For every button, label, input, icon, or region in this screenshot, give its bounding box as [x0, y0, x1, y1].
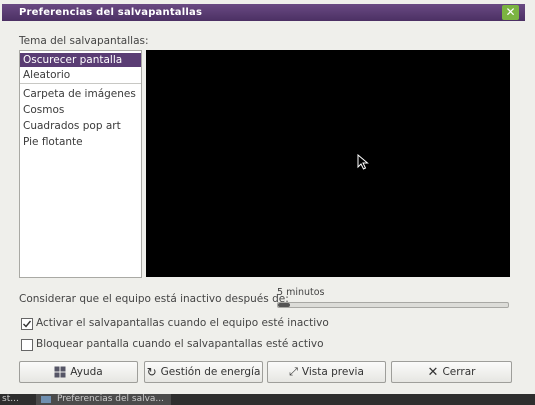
screensaver-preview — [146, 50, 510, 277]
theme-item[interactable]: Aleatorio — [20, 68, 141, 82]
taskbar-item[interactable]: st... — [0, 394, 19, 405]
idle-slider-fill — [278, 303, 290, 307]
window-title: Preferencias del salvapantallas — [19, 7, 203, 18]
theme-label: Tema del salvapantallas: — [19, 35, 149, 47]
power-management-button[interactable]: ↻ Gestión de energía — [144, 361, 263, 383]
checkmark-icon — [23, 320, 32, 328]
fullscreen-icon: ⤢ — [289, 365, 298, 378]
close-x-icon: ✕ — [427, 364, 439, 380]
screensaver-preferences-window: Preferencias del salvapantallas ✕ Tema d… — [0, 0, 535, 394]
close-button[interactable]: ✕ Cerrar — [391, 361, 512, 383]
theme-item[interactable]: Cosmos — [20, 103, 141, 117]
close-label: Cerrar — [442, 366, 476, 378]
preview-button[interactable]: ⤢ Vista previa — [267, 361, 386, 383]
taskbar-task-label: Preferencias del salva... — [57, 394, 165, 404]
theme-item[interactable]: Pie flotante — [20, 135, 141, 149]
idle-slider[interactable] — [277, 302, 509, 308]
idle-label: Considerar que el equipo está inactivo d… — [19, 293, 289, 305]
lock-label[interactable]: Bloquear pantalla cuando el salvapantall… — [36, 338, 324, 350]
help-label: Ayuda — [70, 366, 103, 378]
help-button[interactable]: Ayuda — [19, 361, 138, 383]
close-icon[interactable]: ✕ — [502, 5, 519, 20]
preview-label: Vista previa — [301, 366, 364, 378]
theme-item[interactable]: Carpeta de imágenes — [20, 87, 141, 101]
mouse-pointer-icon — [357, 154, 369, 170]
activate-label[interactable]: Activar el salvapantallas cuando el equi… — [36, 317, 329, 329]
activate-checkbox[interactable] — [21, 318, 33, 330]
theme-item[interactable]: Oscurecer pantalla — [20, 53, 141, 67]
theme-item[interactable]: Cuadrados pop art — [20, 119, 141, 133]
theme-list[interactable]: Oscurecer pantalla Aleatorio Carpeta de … — [19, 50, 142, 278]
title-bar[interactable]: Preferencias del salvapantallas ✕ — [2, 4, 525, 21]
help-icon — [54, 366, 66, 378]
taskbar: st... Preferencias del salva... — [0, 394, 535, 405]
idle-value: 5 minutos — [277, 287, 325, 298]
power-label: Gestión de energía — [160, 366, 261, 378]
power-icon: ↻ — [146, 365, 157, 379]
lock-checkbox[interactable] — [21, 339, 33, 351]
window-icon — [41, 396, 51, 403]
taskbar-item-active[interactable]: Preferencias del salva... — [36, 394, 171, 405]
list-separator — [20, 83, 141, 84]
